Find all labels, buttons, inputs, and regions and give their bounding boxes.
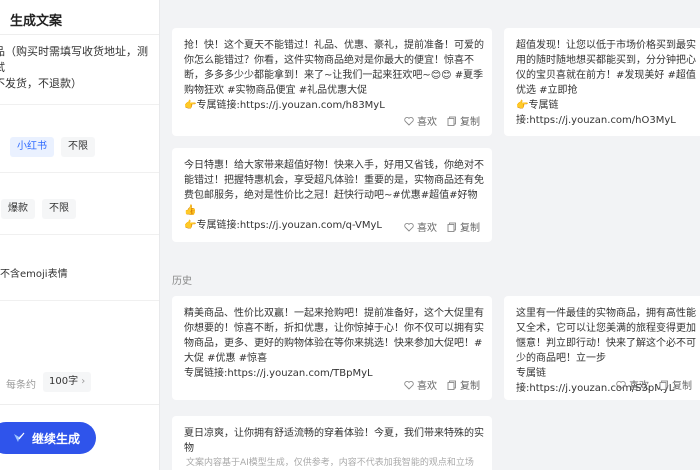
history-label: 历史	[172, 276, 192, 287]
left-panel: 生成文案 品（购买时需填写收货地址，测试 不发货，不退款） 小红书 不限 爆款 …	[0, 0, 160, 470]
result-text: 夏日凉爽，让你拥有舒适流畅的穿着体验！今夏，我们带来特殊的实物	[184, 428, 484, 454]
chevron-right-icon: ›	[81, 376, 86, 387]
length-value: 100字	[49, 376, 79, 387]
product-description: 品（购买时需填写收货地址，测试 不发货，不退款）	[0, 45, 148, 90]
heart-icon	[404, 222, 414, 232]
panel-title: 生成文案	[10, 14, 63, 29]
like-button[interactable]: 喜欢	[404, 113, 437, 128]
result-text: 抢！快！这个夏天不能错过！礼品、优惠、豪礼，提前准备！可爱的你怎么能错过？你看，…	[184, 40, 484, 111]
divider	[0, 404, 159, 405]
platform-option-any[interactable]: 不限	[61, 137, 95, 157]
card-actions: 喜欢 复制	[404, 113, 480, 128]
length-select[interactable]: 100字 ›	[43, 372, 92, 392]
result-text: 超值发现！让您以低于市场价格买到最实用的随时随地想买都能买到，分分钟把心仪的宝贝…	[516, 40, 696, 126]
disclaimer-text: 文案内容基于AI模型生成，仅供参考，内容不代表加我智能的观点和立场	[186, 458, 474, 468]
continue-generate-button[interactable]: 继续生成	[0, 422, 96, 454]
divider	[0, 172, 159, 173]
style-option-hot[interactable]: 爆款	[1, 199, 35, 219]
like-button[interactable]: 喜欢	[404, 377, 437, 392]
divider	[0, 104, 159, 105]
heart-icon	[616, 380, 626, 390]
divider	[0, 34, 159, 35]
result-card: 精美商品、性价比双赢！一起来抢购吧！提前准备好，这个大促里有你想要的！惊喜不断，…	[172, 296, 492, 400]
style-option-any[interactable]: 不限	[42, 199, 76, 219]
heart-icon	[404, 380, 414, 390]
result-card: 抢！快！这个夏天不能错过！礼品、优惠、豪礼，提前准备！可爱的你怎么能错过？你看，…	[172, 28, 492, 136]
like-button[interactable]: 喜欢	[616, 377, 649, 392]
copy-button[interactable]: 复制	[447, 377, 480, 392]
copy-button[interactable]: 复制	[659, 377, 692, 392]
platform-option-xiaohongshu[interactable]: 小红书	[10, 137, 54, 157]
copy-icon	[447, 116, 456, 126]
length-label: 每条约	[6, 380, 36, 391]
copy-icon	[659, 380, 668, 390]
result-card: 超值发现！让您以低于市场价格买到最实用的随时随地想买都能买到，分分钟把心仪的宝贝…	[504, 28, 700, 136]
result-card: 今日特惠！给大家带来超值好物！快来入手，好用又省钱，你绝对不能错过！把握特惠机会…	[172, 148, 492, 242]
divider	[0, 234, 159, 235]
heart-icon	[404, 116, 414, 126]
continue-generate-label: 继续生成	[32, 431, 81, 446]
card-actions: 喜欢 复制	[404, 377, 480, 392]
copy-icon	[447, 380, 456, 390]
copy-icon	[447, 222, 456, 232]
emoji-option[interactable]: 不含emoji表情	[0, 265, 68, 280]
divider	[0, 300, 159, 301]
result-text: 精美商品、性价比双赢！一起来抢购吧！提前准备好，这个大促里有你想要的！惊喜不断，…	[184, 308, 484, 379]
card-actions: 喜欢 复制	[404, 219, 480, 234]
results-area: 抢！快！这个夏天不能错过！礼品、优惠、豪礼，提前准备！可爱的你怎么能错过？你看，…	[160, 0, 700, 470]
ai-sparkle-icon	[14, 432, 25, 442]
card-actions: 喜欢 复制	[616, 377, 692, 392]
copy-button[interactable]: 复制	[447, 219, 480, 234]
like-button[interactable]: 喜欢	[404, 219, 437, 234]
result-card: 这里有一件最佳的实物商品，拥有高性能又全术，它可以让您美满的旅程变得更加惬意！判…	[504, 296, 700, 400]
copy-button[interactable]: 复制	[447, 113, 480, 128]
